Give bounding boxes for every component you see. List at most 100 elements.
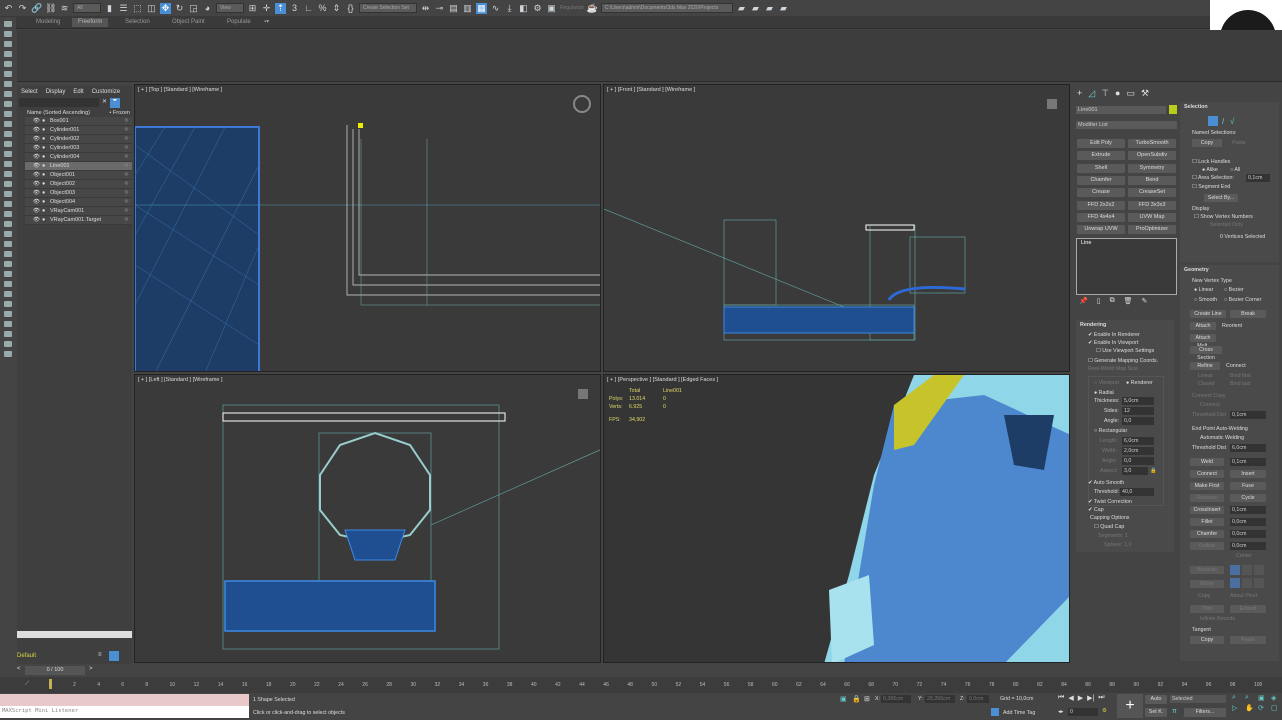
snaps-toggle-icon[interactable]: 3 (289, 3, 300, 14)
filter-icon[interactable]: ⏷ (110, 98, 121, 108)
select-manipulate-icon[interactable]: ✛ (261, 3, 272, 14)
visibility-eye-icon[interactable]: 👁 (33, 163, 42, 169)
tool-strip-icon[interactable] (4, 41, 12, 47)
auto-smooth-checkbox[interactable]: ✔ Auto Smooth (1088, 480, 1124, 486)
linear-radio[interactable]: ● Linear (1194, 287, 1213, 293)
select-by-button[interactable]: Select By... (1204, 194, 1238, 202)
rendered-frame-icon[interactable]: ▣ (546, 3, 557, 14)
tool-strip-icon[interactable] (4, 151, 12, 157)
tool-strip-icon[interactable] (4, 281, 12, 287)
visibility-eye-icon[interactable]: 👁 (33, 127, 42, 133)
closed-checkbox[interactable]: Closed (1198, 381, 1215, 387)
add-time-tag-button[interactable]: Add Time Tag (1003, 710, 1035, 716)
window-crossing-icon[interactable]: ◫ (146, 3, 157, 14)
set-key-icon[interactable]: + (1117, 694, 1143, 718)
viewport-label[interactable]: [ + ] [Left ] [Standard ] [Wireframe ] (138, 377, 223, 383)
cycle-button[interactable]: Cycle (1230, 494, 1266, 502)
tool-strip-icon[interactable] (4, 291, 12, 297)
automatic-welding-checkbox[interactable]: Automatic Welding (1200, 435, 1244, 441)
motion-tab-icon[interactable]: ● (1115, 88, 1120, 99)
modifier-button-crease[interactable]: Crease (1077, 188, 1125, 198)
object-name-input[interactable]: Line001 (1076, 106, 1166, 114)
key-filter-dropdown[interactable]: Selected (1170, 695, 1226, 703)
attach-mult-button[interactable]: Attach Mult. (1190, 334, 1216, 349)
keyboard-shortcut-override-icon[interactable]: ⇡ (275, 2, 286, 14)
modifier-button-ffd-3x3x3[interactable]: FFD 3x3x3 (1128, 200, 1176, 210)
angle2-spinner[interactable]: 0,0 (1122, 457, 1154, 465)
infinite-bounds-checkbox[interactable]: Infinite Bounds (1200, 616, 1235, 622)
thickness-spinner[interactable]: 5,0cm (1122, 397, 1154, 405)
tool-strip-icon[interactable] (4, 101, 12, 107)
quad-cap-checkbox[interactable]: ☐ Quad Cap (1094, 524, 1124, 530)
modifier-button-creaseset[interactable]: CreaseSet (1128, 188, 1176, 198)
time-slider[interactable]: < 0 / 100 > (17, 666, 132, 675)
weld-spinner[interactable]: 0,1cm (1230, 458, 1266, 466)
rollout-title[interactable]: Selection (1184, 104, 1208, 110)
chamfer-button[interactable]: Chamfer (1190, 530, 1224, 538)
freeze-icon[interactable]: ⁜ (124, 208, 132, 214)
enable-in-viewport-checkbox[interactable]: ✔ Enable In Viewport (1088, 340, 1138, 346)
viewport-front[interactable]: [ + ] [Front ] [Standard ] [Wireframe ] (603, 84, 1070, 372)
freeze-icon[interactable]: ⁜ (124, 217, 132, 223)
clear-search-icon[interactable]: ✕ (102, 98, 107, 108)
percent-snap-icon[interactable]: % (317, 3, 328, 14)
segment-mode-icon[interactable]: / (1222, 117, 1224, 126)
boolean-button[interactable]: Boolean (1190, 566, 1224, 574)
absolute-mode-icon[interactable]: ⊞ (864, 695, 870, 703)
tool-strip-icon[interactable] (4, 141, 12, 147)
spline-mode-icon[interactable]: √ (1230, 117, 1234, 126)
time-tag-icon[interactable] (991, 708, 999, 716)
boolean-intersect-icon[interactable] (1254, 565, 1264, 575)
sides-spinner[interactable]: 12 (1122, 407, 1154, 415)
freeze-icon[interactable]: ⁜ (124, 172, 132, 178)
tool-strip-icon[interactable] (4, 181, 12, 187)
visibility-eye-icon[interactable]: 👁 (33, 136, 42, 142)
modifier-button-edit-poly[interactable]: Edit Poly (1077, 139, 1125, 148)
maxscript-output[interactable] (0, 694, 249, 706)
project-settings-icon[interactable]: ▰ (778, 3, 789, 14)
bind-spacewarp-icon[interactable]: ≋ (59, 3, 70, 14)
modifier-button-uvw-map[interactable]: UVW Map (1128, 212, 1176, 222)
insert-button[interactable]: Insert (1230, 470, 1266, 478)
all-radio[interactable]: ○ All (1230, 167, 1240, 173)
unlink-icon[interactable]: ⛓ (45, 3, 56, 14)
selection-filter-dropdown[interactable]: All (73, 3, 101, 13)
visibility-eye-icon[interactable]: 👁 (33, 118, 42, 124)
visibility-eye-icon[interactable]: 👁 (33, 208, 42, 214)
fillet-button[interactable]: Fillet (1190, 518, 1224, 526)
scene-item[interactable]: 👁 ● Object001 ⁜ (25, 171, 132, 180)
linear-checkbox[interactable]: Linear (1198, 373, 1213, 379)
tool-strip-icon[interactable] (4, 31, 12, 37)
enable-in-renderer-checkbox[interactable]: ✔ Enable In Renderer (1088, 332, 1140, 338)
boolean-subtract-icon[interactable] (1242, 565, 1252, 575)
tool-strip-icon[interactable] (4, 231, 12, 237)
curve-editor-icon[interactable]: ∿ (490, 3, 501, 14)
utilities-tab-icon[interactable]: ⚒ (1141, 88, 1149, 99)
scene-item[interactable]: 👁 ● Cylinder004 ⁜ (25, 153, 132, 162)
show-vertex-numbers-checkbox[interactable]: ☐ Show Vertex Numbers (1194, 214, 1253, 220)
tool-strip-icon[interactable] (4, 301, 12, 307)
tangent-copy-button[interactable]: Copy (1190, 636, 1224, 644)
ribbon-tab-modeling[interactable]: Modeling (30, 18, 66, 27)
outline-button[interactable]: Outline (1190, 542, 1224, 550)
viewport-radio[interactable]: ○ Viewport (1094, 380, 1119, 386)
rect-selection-icon[interactable]: ⬚ (132, 3, 143, 14)
key-mode-toggle-icon[interactable]: ◂▸ (1058, 709, 1063, 715)
hierarchy-icon[interactable] (109, 651, 119, 661)
angle-spinner[interactable]: 0,0 (1122, 417, 1154, 425)
tool-strip-icon[interactable] (4, 251, 12, 257)
mirror-icon[interactable]: ⇹ (420, 3, 431, 14)
radial-radio[interactable]: ● Radial (1094, 390, 1114, 396)
length-spinner[interactable]: 6,0cm (1122, 437, 1154, 445)
viewport-left[interactable]: [ + ] [Left ] [Standard ] [Wireframe ] (134, 374, 601, 663)
key-tangents-icon[interactable]: π (1172, 708, 1177, 715)
width-spinner[interactable]: 2,0cm (1122, 447, 1154, 455)
selection-lock-icon[interactable]: 🔒 (852, 695, 861, 703)
aspect-spinner[interactable]: 3,0 (1122, 467, 1148, 475)
configure-sets-icon[interactable]: ✎ (1141, 297, 1147, 305)
twist-correction-checkbox[interactable]: ✔ Twist Correction (1088, 499, 1132, 505)
isolate-selection-icon[interactable]: ▣ (840, 695, 847, 703)
scene-item[interactable]: 👁 ● Object004 ⁜ (25, 198, 132, 207)
viewcube-icon[interactable] (573, 95, 591, 113)
trim-button[interactable]: Trim (1190, 605, 1224, 613)
